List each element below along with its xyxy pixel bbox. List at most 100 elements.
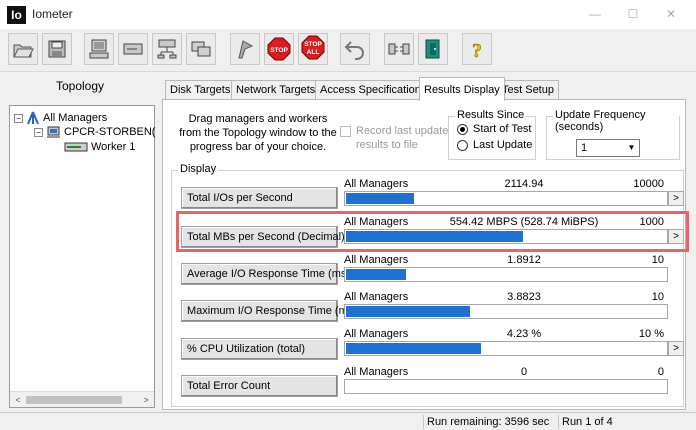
topology-tree[interactable]: − All Managers − CPCR-STORBEN( Worker 1 … [9, 105, 155, 408]
expand-arrow-icon[interactable]: > [668, 191, 684, 206]
expand-arrow-icon[interactable]: > [668, 341, 684, 356]
topology-label: Topology [55, 79, 105, 93]
metric-progress-bar[interactable] [344, 267, 668, 282]
metric-max: 10 [651, 291, 664, 303]
reset-workers-button[interactable] [340, 33, 370, 65]
tab-network-targets[interactable]: Network Targets [231, 80, 321, 100]
new-manager-button[interactable] [84, 33, 114, 65]
metric-select-button[interactable]: Total I/Os per Second [181, 187, 338, 209]
open-folder-icon [13, 44, 34, 58]
app-icon: Io [7, 6, 26, 24]
select-value: 1 [581, 142, 588, 154]
metric-progress-bar[interactable] [344, 341, 668, 356]
metric-progress-bar[interactable] [344, 191, 668, 206]
stop-all-sign-icon: STOPALL [301, 35, 325, 60]
radio-button-selected[interactable] [457, 123, 468, 135]
exit-button[interactable] [418, 33, 448, 65]
computer-icon [89, 39, 109, 59]
metric-select-button[interactable]: Total Error Count [181, 375, 338, 397]
status-run-count: Run 1 of 4 [558, 415, 694, 429]
highlight-annotation-box [176, 211, 689, 252]
display-title: Display [178, 163, 219, 175]
metric-value: 0 [520, 366, 528, 378]
tree-expander[interactable]: − [34, 127, 43, 137]
update-frequency-select[interactable]: 1 ▼ [576, 139, 640, 157]
metric-value: 1.8912 [507, 254, 541, 266]
chevron-down-icon[interactable]: ▼ [624, 140, 639, 156]
stop-all-button[interactable]: STOP ALL [298, 33, 328, 65]
topology-panel: Topology − All Managers − CPCR-STORBEN( … [3, 76, 157, 410]
metric-header: All Managers 1.8912 10 [344, 254, 664, 266]
new-network-worker-button[interactable] [152, 33, 182, 65]
radio-start-of-test[interactable]: Start of Test [457, 123, 532, 135]
radio-last-update[interactable]: Last Update [457, 139, 532, 151]
metric-bar-fill [346, 306, 470, 317]
metric-max: 0 [657, 366, 664, 378]
save-button[interactable] [42, 33, 72, 65]
tree-item-manager[interactable]: − CPCR-STORBEN( [34, 125, 155, 139]
metric-progress-bar[interactable] [344, 304, 668, 319]
metric-header: All Managers 0 0 [344, 366, 664, 378]
manager-computer-icon [47, 126, 60, 138]
tree-expander[interactable]: − [14, 113, 23, 123]
tab-results-display[interactable]: Results Display [419, 77, 505, 101]
radio-label: Last Update [473, 139, 533, 151]
tab-access-specifications[interactable]: Access Specifications [315, 80, 432, 100]
all-managers-icon [27, 111, 39, 125]
metric-select-button[interactable]: Maximum I/O Response Time (ms) [181, 300, 357, 322]
topology-horizontal-scrollbar[interactable]: < > [10, 391, 154, 407]
close-icon[interactable]: ✕ [656, 4, 686, 24]
metric-manager: All Managers [344, 254, 409, 266]
new-disk-worker-button[interactable] [118, 33, 148, 65]
metric-progress-bar[interactable] [344, 379, 668, 394]
stop-button[interactable]: STOP [264, 33, 294, 65]
start-tests-button[interactable] [230, 33, 260, 65]
scroll-left-icon[interactable]: < [11, 394, 25, 406]
metric-max: 10 % [638, 328, 664, 340]
help-question-glyph: ? [472, 40, 482, 60]
exit-door-icon [425, 39, 440, 59]
drag-instructions: Drag managers and workers from the Topol… [179, 113, 337, 153]
tree-item-label: CPCR-STORBEN( [64, 126, 156, 138]
metric-header: All Managers 3.8823 10 [344, 291, 664, 303]
floppy-disk-icon [48, 40, 66, 58]
stop-all-text-bottom: ALL [307, 49, 320, 56]
status-bar: Run remaining: 3596 sec Run 1 of 4 [0, 412, 696, 430]
metric-value: 2114.94 [504, 178, 544, 190]
metric-select-button[interactable]: Average I/O Response Time (ms) [181, 263, 350, 285]
title-bar: Io Iometer — ☐ ✕ [0, 0, 696, 29]
metric-max: 10000 [633, 178, 664, 190]
metric-header: All Managers 4.23 % 10 % [344, 328, 664, 340]
radio-button[interactable] [457, 139, 468, 151]
open-button[interactable] [8, 33, 38, 65]
iometer-window: Io Iometer — ☐ ✕ STOP STOP ALL ? Topolog… [0, 0, 696, 430]
metric-value: 3.8823 [507, 291, 541, 303]
checkbox-box[interactable] [340, 126, 351, 137]
stop-sign-icon: STOP [267, 37, 291, 61]
tree-item-worker-1[interactable]: Worker 1 [64, 140, 135, 154]
metric-select-button[interactable]: % CPU Utilization (total) [181, 338, 338, 360]
scroll-right-icon[interactable]: > [139, 394, 153, 406]
tree-item-label: Worker 1 [91, 141, 136, 153]
record-last-update-checkbox[interactable]: Record last update results to file [340, 124, 456, 152]
green-flag-icon [238, 40, 254, 59]
disconnect-button[interactable] [384, 33, 414, 65]
tab-test-setup[interactable]: Test Setup [497, 80, 559, 100]
maximize-icon[interactable]: ☐ [618, 4, 648, 24]
network-worker-icon [157, 39, 177, 59]
scrollbar-thumb[interactable] [26, 396, 122, 404]
tab-disk-targets[interactable]: Disk Targets [165, 80, 236, 100]
radio-label: Start of Test [473, 123, 532, 135]
metric-max: 10 [651, 254, 664, 266]
status-run-remaining: Run remaining: 3596 sec [423, 415, 556, 429]
tree-item-all-managers[interactable]: − All Managers [14, 111, 107, 125]
metric-manager: All Managers [344, 178, 409, 190]
window-title: Iometer [32, 7, 73, 21]
minimize-icon[interactable]: — [580, 4, 610, 24]
help-button[interactable]: ? [462, 33, 492, 65]
stop-sign-text: STOP [270, 47, 288, 54]
tree-item-label: All Managers [43, 112, 108, 124]
disk-worker-icon [123, 43, 143, 55]
metric-value: 4.23 % [506, 328, 542, 340]
duplicate-worker-button[interactable] [186, 33, 216, 65]
